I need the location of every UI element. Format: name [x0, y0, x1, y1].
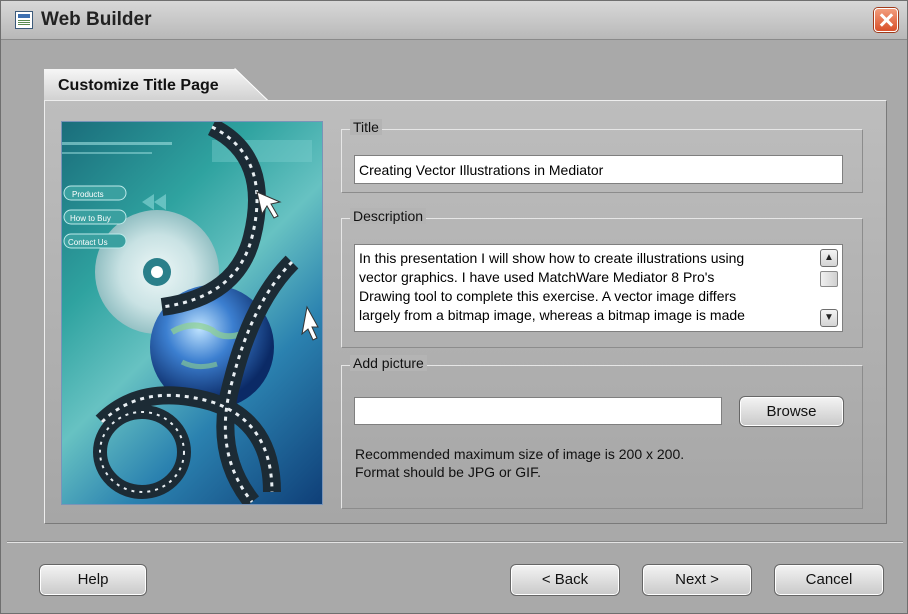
title-input-value: Creating Vector Illustrations in Mediato… [359, 162, 604, 178]
description-line: largely from a bitmap image, whereas a b… [359, 307, 745, 323]
next-button[interactable]: Next > [642, 564, 752, 596]
close-icon[interactable] [874, 8, 898, 32]
preview-menu-item: How to Buy [70, 214, 111, 223]
image-format-hint: Format should be JPG or GIF. [355, 464, 541, 480]
title-group-label: Title [350, 119, 382, 135]
cancel-button[interactable]: Cancel [774, 564, 884, 596]
description-line: Drawing tool to complete this exercise. … [359, 288, 737, 304]
app-icon [15, 11, 33, 29]
browse-button[interactable]: Browse [739, 396, 844, 427]
picture-path-input[interactable] [354, 397, 722, 425]
back-button[interactable]: < Back [510, 564, 620, 596]
footer-divider [7, 541, 903, 543]
tab-customize-title-page[interactable]: Customize Title Page [44, 68, 270, 103]
preview-menu-item: Contact Us [68, 238, 108, 247]
description-group-label: Description [350, 208, 427, 224]
scroll-up-arrow-icon[interactable]: ▲ [820, 249, 838, 267]
scrollbar-thumb[interactable] [820, 271, 838, 287]
description-text: In this presentation I will show how to … [359, 249, 817, 325]
title-bar[interactable]: Web Builder [1, 1, 907, 40]
title-input[interactable]: Creating Vector Illustrations in Mediato… [354, 155, 843, 184]
help-button[interactable]: Help [39, 564, 147, 596]
add-picture-group-label: Add picture [350, 355, 427, 371]
add-picture-group: Add picture [341, 355, 863, 509]
description-textarea[interactable]: In this presentation I will show how to … [354, 244, 843, 332]
window-title: Web Builder [41, 9, 152, 30]
description-line: vector graphics. I have used MatchWare M… [359, 269, 715, 285]
image-size-hint: Recommended maximum size of image is 200… [355, 446, 685, 462]
description-line: In this presentation I will show how to … [359, 250, 745, 266]
web-builder-window: Web Builder Customize Title Page Product… [0, 0, 908, 614]
scroll-down-arrow-icon[interactable]: ▼ [820, 309, 838, 327]
tab-label: Customize Title Page [58, 77, 219, 94]
preview-menu-item: Products [72, 190, 104, 199]
title-page-preview-image: Products How to Buy Contact Us [61, 121, 323, 505]
